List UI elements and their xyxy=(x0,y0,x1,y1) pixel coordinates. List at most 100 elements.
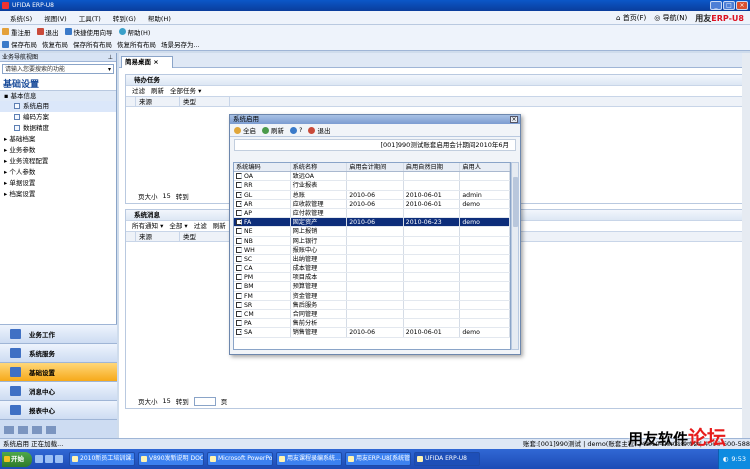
menu-tools[interactable]: 工具(T) xyxy=(79,13,101,23)
table-row[interactable]: ✓SA销售管理2010-062010-06-01demo xyxy=(234,328,510,338)
grid-col-source[interactable]: 来源 xyxy=(136,232,180,241)
shortcut-icon[interactable] xyxy=(32,425,42,434)
quick-launch-icon[interactable] xyxy=(45,455,53,463)
messages-refresh-button[interactable]: 刷新 xyxy=(213,221,226,231)
enable-all-button[interactable]: 全启 xyxy=(234,125,256,135)
grid-col-source[interactable]: 来源 xyxy=(136,97,180,106)
col-date[interactable]: 启用自然日期 xyxy=(404,163,461,172)
restore-all-layout-button[interactable]: 恢复所有布局 xyxy=(117,39,156,49)
nav-business-work[interactable]: 业务工作 xyxy=(0,324,117,343)
dialog-refresh-button[interactable]: 刷新 xyxy=(262,125,284,135)
minimize-button[interactable]: _ xyxy=(710,1,722,10)
table-row[interactable]: CM 合同管理 xyxy=(234,310,510,320)
relogin-button[interactable]: 重注册 xyxy=(2,27,31,37)
close-button[interactable]: × xyxy=(736,1,748,10)
nav-system-service[interactable]: 系统服务 xyxy=(0,343,117,362)
task-button[interactable]: 用友ERP-U8[系统管理] xyxy=(345,452,411,466)
tree-group-personal-params[interactable]: ▸ 个人参数 xyxy=(0,167,116,178)
table-row[interactable]: ✓FA固定资产2010-062010-06-23demo xyxy=(234,218,510,228)
enable-checkbox[interactable] xyxy=(236,237,242,244)
page-size-value[interactable]: 15 xyxy=(163,397,171,405)
task-button[interactable]: 2010新员工培训课... xyxy=(69,452,135,466)
enable-checkbox[interactable] xyxy=(236,320,242,327)
tasks-refresh-button[interactable]: 刷新 xyxy=(151,86,164,96)
tree-group-basic-archives[interactable]: ▸ 基础档案 xyxy=(0,134,116,145)
task-button[interactable]: 用友课程录编系统... xyxy=(276,452,342,466)
save-all-layout-button[interactable]: 保存所有布局 xyxy=(73,39,112,49)
enable-checkbox[interactable] xyxy=(236,311,242,317)
messages-notify-dropdown[interactable]: 所有通知 ▾ xyxy=(132,221,163,231)
menu-view[interactable]: 视图(V) xyxy=(44,13,67,23)
dialog-help-button[interactable]: ? xyxy=(290,126,302,134)
tab-simple-desktop[interactable]: 简易桌面 × xyxy=(121,56,173,68)
menu-goto[interactable]: 转到(G) xyxy=(113,13,136,23)
enable-checkbox[interactable] xyxy=(236,274,242,281)
save-layout-button[interactable]: 保存布局 xyxy=(2,39,37,49)
shortcut-icon[interactable] xyxy=(18,425,28,434)
grid-col-type[interactable]: 类型 xyxy=(180,232,230,241)
enable-checkbox[interactable] xyxy=(236,209,242,216)
dialog-close-button[interactable]: × xyxy=(510,116,518,123)
table-row[interactable]: BM 预算管理 xyxy=(234,282,510,292)
quick-launch-icon[interactable] xyxy=(55,455,63,463)
main-scrollbar[interactable] xyxy=(742,53,750,438)
messages-all-dropdown[interactable]: 全部 ▾ xyxy=(169,221,187,231)
enable-checkbox[interactable] xyxy=(236,228,242,235)
save-scene-as-button[interactable]: 场景另存为... xyxy=(161,39,200,49)
table-row[interactable]: OA 致远OA xyxy=(234,172,510,182)
tray-icon[interactable]: ◐ xyxy=(723,455,729,463)
grid-col-type[interactable]: 类型 xyxy=(180,97,230,106)
task-button[interactable]: V890发新说明 DOC... xyxy=(138,452,204,466)
enable-checkbox[interactable] xyxy=(236,255,242,262)
tab-close-icon[interactable]: × xyxy=(153,58,158,66)
scroll-thumb[interactable] xyxy=(513,177,518,227)
table-row[interactable]: ✓GL总账2010-062010-06-01admin xyxy=(234,190,510,200)
col-name[interactable]: 系统名称 xyxy=(291,163,348,172)
quick-launch-icon[interactable] xyxy=(35,455,43,463)
shortcut-icon[interactable] xyxy=(46,425,56,434)
tree-item-coding-scheme[interactable]: 编码方案 xyxy=(0,112,116,123)
tree-group-doc-settings[interactable]: ▸ 单据设置 xyxy=(0,178,116,189)
quick-wizard-button[interactable]: 快捷使用向导 xyxy=(64,27,113,37)
tree-group-basic-info[interactable]: ▪ 基本信息 xyxy=(0,90,116,101)
enable-checkbox[interactable] xyxy=(236,283,242,290)
table-row[interactable]: PM 项目成本 xyxy=(234,273,510,283)
table-row[interactable]: SR 售后服务 xyxy=(234,300,510,310)
maximize-button[interactable]: □ xyxy=(723,1,735,10)
col-user[interactable]: 启用人 xyxy=(460,163,510,172)
enable-checkbox[interactable]: ✓ xyxy=(236,329,242,336)
nav-basic-settings[interactable]: 基础设置 xyxy=(0,362,117,381)
pin-icon[interactable]: ⊥ xyxy=(108,53,113,62)
enable-checkbox[interactable] xyxy=(236,173,242,180)
restore-layout-button[interactable]: 恢复布局 xyxy=(42,39,68,49)
table-row[interactable]: CA 成本管理 xyxy=(234,264,510,274)
menu-system[interactable]: 系统(S) xyxy=(10,13,32,23)
exit-button[interactable]: 退出 xyxy=(36,27,59,37)
home-link[interactable]: ⌂ 首页(F) xyxy=(616,13,646,23)
enable-checkbox[interactable]: ✓ xyxy=(236,219,242,226)
page-size-value[interactable]: 15 xyxy=(163,192,171,200)
dropdown-arrow-icon[interactable]: ▾ xyxy=(108,65,111,74)
tasks-all-dropdown[interactable]: 全部任务 ▾ xyxy=(170,86,201,96)
table-row[interactable]: WH 报账中心 xyxy=(234,245,510,255)
search-input[interactable]: 请输入您要搜索的功能 ▾ xyxy=(2,64,114,74)
enable-checkbox[interactable] xyxy=(236,246,242,253)
shortcut-icon[interactable] xyxy=(4,425,14,434)
dialog-exit-button[interactable]: 退出 xyxy=(308,125,330,135)
enable-checkbox[interactable] xyxy=(236,265,242,272)
table-row[interactable]: RR 行业报表 xyxy=(234,181,510,191)
tree-item-data-precision[interactable]: 数据精度 xyxy=(0,123,116,134)
enable-checkbox[interactable] xyxy=(236,292,242,299)
table-row[interactable]: SC 出纳管理 xyxy=(234,254,510,265)
col-period[interactable]: 启用会计期间 xyxy=(347,163,404,172)
tree-group-process-config[interactable]: ▸ 业务流程配置 xyxy=(0,156,116,167)
table-row[interactable]: NE 网上报销 xyxy=(234,227,510,237)
nav-message-center[interactable]: 消息中心 xyxy=(0,381,117,400)
start-button[interactable]: 开始 xyxy=(2,451,32,467)
menu-help[interactable]: 帮助(H) xyxy=(148,13,171,23)
task-button[interactable]: UFIDA ERP-U8 xyxy=(414,452,480,466)
messages-filter-button[interactable]: 过滤 xyxy=(194,221,207,231)
dialog-scrollbar[interactable] xyxy=(511,162,519,350)
nav-report-center[interactable]: 报表中心 xyxy=(0,400,117,419)
table-row[interactable]: FM 资金管理 xyxy=(234,291,510,301)
